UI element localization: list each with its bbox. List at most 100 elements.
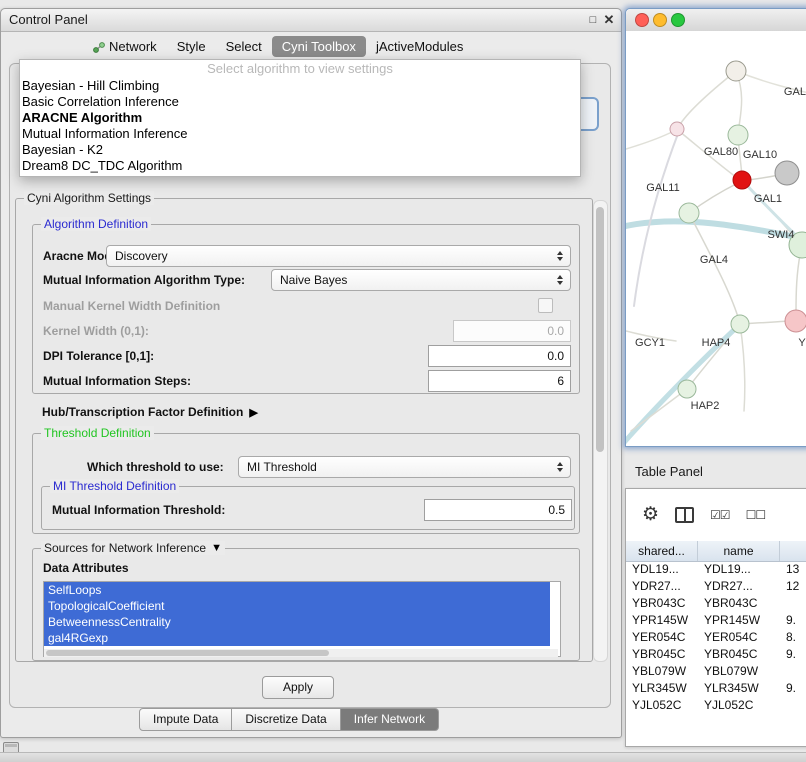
show-columns-icon[interactable] <box>675 507 694 523</box>
sources-legend-row[interactable]: Sources for Network Inference ▼ <box>41 541 225 555</box>
dpi-tolerance-field[interactable]: 0.0 <box>428 345 571 367</box>
window-minimize-button[interactable] <box>653 13 667 27</box>
algorithm-option-basic-correlation-inference[interactable]: Basic Correlation Inference <box>20 94 580 110</box>
sources-legend: Sources for Network Inference <box>44 541 206 555</box>
table-row[interactable]: YDL19...YDL19...13 <box>626 561 806 578</box>
table-cell: YDR27... <box>626 578 698 595</box>
network-edge[interactable] <box>740 324 745 411</box>
table-row[interactable]: YPR145WYPR145W9. <box>626 612 806 629</box>
table-row[interactable]: YBR045CYBR045C9. <box>626 646 806 663</box>
mi-algorithm-type-select[interactable]: Naive Bayes <box>271 269 571 291</box>
tab-network[interactable]: Network <box>83 36 167 57</box>
column-header-shared[interactable]: shared... <box>626 541 698 561</box>
table-row[interactable]: YER054CYER054C8. <box>626 629 806 646</box>
algorithm-option-mutual-information-inference[interactable]: Mutual Information Inference <box>20 126 580 142</box>
table-row[interactable]: YBR043CYBR043C <box>626 595 806 612</box>
network-edge[interactable] <box>679 71 736 126</box>
desktop: Control Panel □ ✕ NetworkStyleSelectCyni… <box>0 0 806 762</box>
tab-select[interactable]: Select <box>216 36 272 57</box>
manual-kernel-width-checkbox[interactable] <box>538 298 553 313</box>
deselect-all-icon[interactable]: ☐☐ <box>746 508 766 522</box>
scrollbar-thumb[interactable] <box>596 207 604 452</box>
table-cell: YBL079W <box>698 663 780 680</box>
bottom-tab-discretize-data[interactable]: Discretize Data <box>232 708 340 731</box>
network-node[interactable] <box>733 171 751 189</box>
table-panel-title: Table Panel <box>635 464 703 479</box>
obscured-combo-fragment <box>579 97 599 131</box>
network-node[interactable] <box>728 125 748 145</box>
mi-threshold-field[interactable]: 0.5 <box>424 499 572 521</box>
aracne-mode-select[interactable]: Discovery <box>106 245 571 267</box>
combo-arrows-icon <box>555 457 565 477</box>
tab-style[interactable]: Style <box>167 36 216 57</box>
network-edge[interactable] <box>626 131 674 149</box>
float-window-icon[interactable]: □ <box>585 9 601 31</box>
hub-definition-toggle[interactable]: Hub/Transcription Factor Definition ▶ <box>42 405 258 419</box>
which-threshold-select[interactable]: MI Threshold <box>238 456 571 478</box>
node-label: GAL4 <box>700 254 728 266</box>
table-row[interactable]: YJL052CYJL052C <box>626 697 806 714</box>
mi-threshold-label: Mutual Information Threshold: <box>52 503 225 517</box>
attribute-item-gal4rgexp[interactable]: gal4RGexp <box>44 630 550 646</box>
gear-icon[interactable]: ⚙ <box>642 505 659 525</box>
table-cell: YBL079W <box>626 663 698 680</box>
apply-button[interactable]: Apply <box>262 676 334 699</box>
list-horizontal-scrollbar[interactable] <box>44 649 558 657</box>
manual-kernel-width-label: Manual Kernel Width Definition <box>43 299 220 313</box>
table-row[interactable]: YLR345WYLR345W9. <box>626 680 806 697</box>
table-row[interactable]: YDR27...YDR27...12 <box>626 578 806 595</box>
network-node[interactable] <box>678 380 696 398</box>
attribute-item-topologicalcoefficient[interactable]: TopologicalCoefficient <box>44 598 550 614</box>
algorithm-option-aracne-algorithm[interactable]: ARACNE Algorithm <box>20 110 580 126</box>
mi-steps-field[interactable]: 6 <box>428 370 571 392</box>
window-zoom-button[interactable] <box>671 13 685 27</box>
tab-jactivemodules[interactable]: jActiveModules <box>366 36 473 57</box>
table-cell: YER054C <box>626 629 698 646</box>
settings-group-legend: Cyni Algorithm Settings <box>24 191 154 205</box>
table-cell: YLR345W <box>698 680 780 697</box>
algorithm-option-bayesian-k2[interactable]: Bayesian - K2 <box>20 142 580 158</box>
table-header-row: shared...name <box>626 541 806 562</box>
algorithm-option-bayesian-hill-climbing[interactable]: Bayesian - Hill Climbing <box>20 78 580 94</box>
network-node[interactable] <box>726 61 746 81</box>
window-title: Control Panel <box>9 9 88 31</box>
network-node[interactable] <box>679 203 699 223</box>
network-canvas[interactable]: GAL8GAL80GAL10GAL11GAL1SWI4GAL4GCY1HAP4Y… <box>626 31 806 446</box>
settings-vertical-scrollbar[interactable] <box>593 200 608 662</box>
network-node[interactable] <box>775 161 799 185</box>
algorithm-option-dream8-dc-tdc-algorithm[interactable]: Dream8 DC_TDC Algorithm <box>20 158 580 174</box>
column-header-2[interactable] <box>780 541 806 561</box>
kernel-width-field[interactable]: 0.0 <box>453 320 571 342</box>
hub-definition-label: Hub/Transcription Factor Definition <box>42 405 243 419</box>
table-cell: YLR345W <box>626 680 698 697</box>
control-panel-titlebar[interactable]: Control Panel □ ✕ <box>1 9 621 32</box>
cyni-mode-tabs: Impute DataDiscretize DataInfer Network <box>139 708 439 731</box>
window-close-button[interactable] <box>635 13 649 27</box>
select-all-icon[interactable]: ☑☑ <box>710 508 730 522</box>
bottom-tab-impute-data[interactable]: Impute Data <box>139 708 232 731</box>
tab-cyni-toolbox[interactable]: Cyni Toolbox <box>272 36 366 57</box>
node-label: HAP2 <box>691 400 720 412</box>
algorithm-definition-group: Algorithm Definition Aracne Mode: Discov… <box>32 224 580 394</box>
node-label: SWI4 <box>768 229 795 241</box>
control-panel-tabbar: NetworkStyleSelectCyni ToolboxjActiveMod… <box>83 36 473 57</box>
network-node[interactable] <box>731 315 749 333</box>
network-node[interactable] <box>785 310 806 332</box>
close-icon[interactable]: ✕ <box>601 9 617 31</box>
table-toolbar: ⚙ ☑☑ ☐☐ <box>626 489 806 542</box>
table-cell: 13 <box>780 561 806 578</box>
network-node[interactable] <box>670 122 684 136</box>
column-header-name[interactable]: name <box>698 541 780 561</box>
table-cell: YER054C <box>698 629 780 646</box>
network-edge[interactable] <box>631 389 687 431</box>
scrollbar-thumb[interactable] <box>46 650 329 656</box>
bottom-tab-infer-network[interactable]: Infer Network <box>341 708 439 731</box>
network-icon <box>93 41 105 52</box>
table-row[interactable]: YBL079WYBL079W <box>626 663 806 680</box>
attribute-item-betweennesscentrality[interactable]: BetweennessCentrality <box>44 614 550 630</box>
node-label: GAL8 <box>784 86 806 98</box>
network-window-titlebar[interactable] <box>626 9 806 32</box>
attribute-item-selfloops[interactable]: SelfLoops <box>44 582 550 598</box>
table-cell: YBR043C <box>626 595 698 612</box>
data-attributes-list[interactable]: SelfLoopsTopologicalCoefficientBetweenne… <box>43 581 561 657</box>
